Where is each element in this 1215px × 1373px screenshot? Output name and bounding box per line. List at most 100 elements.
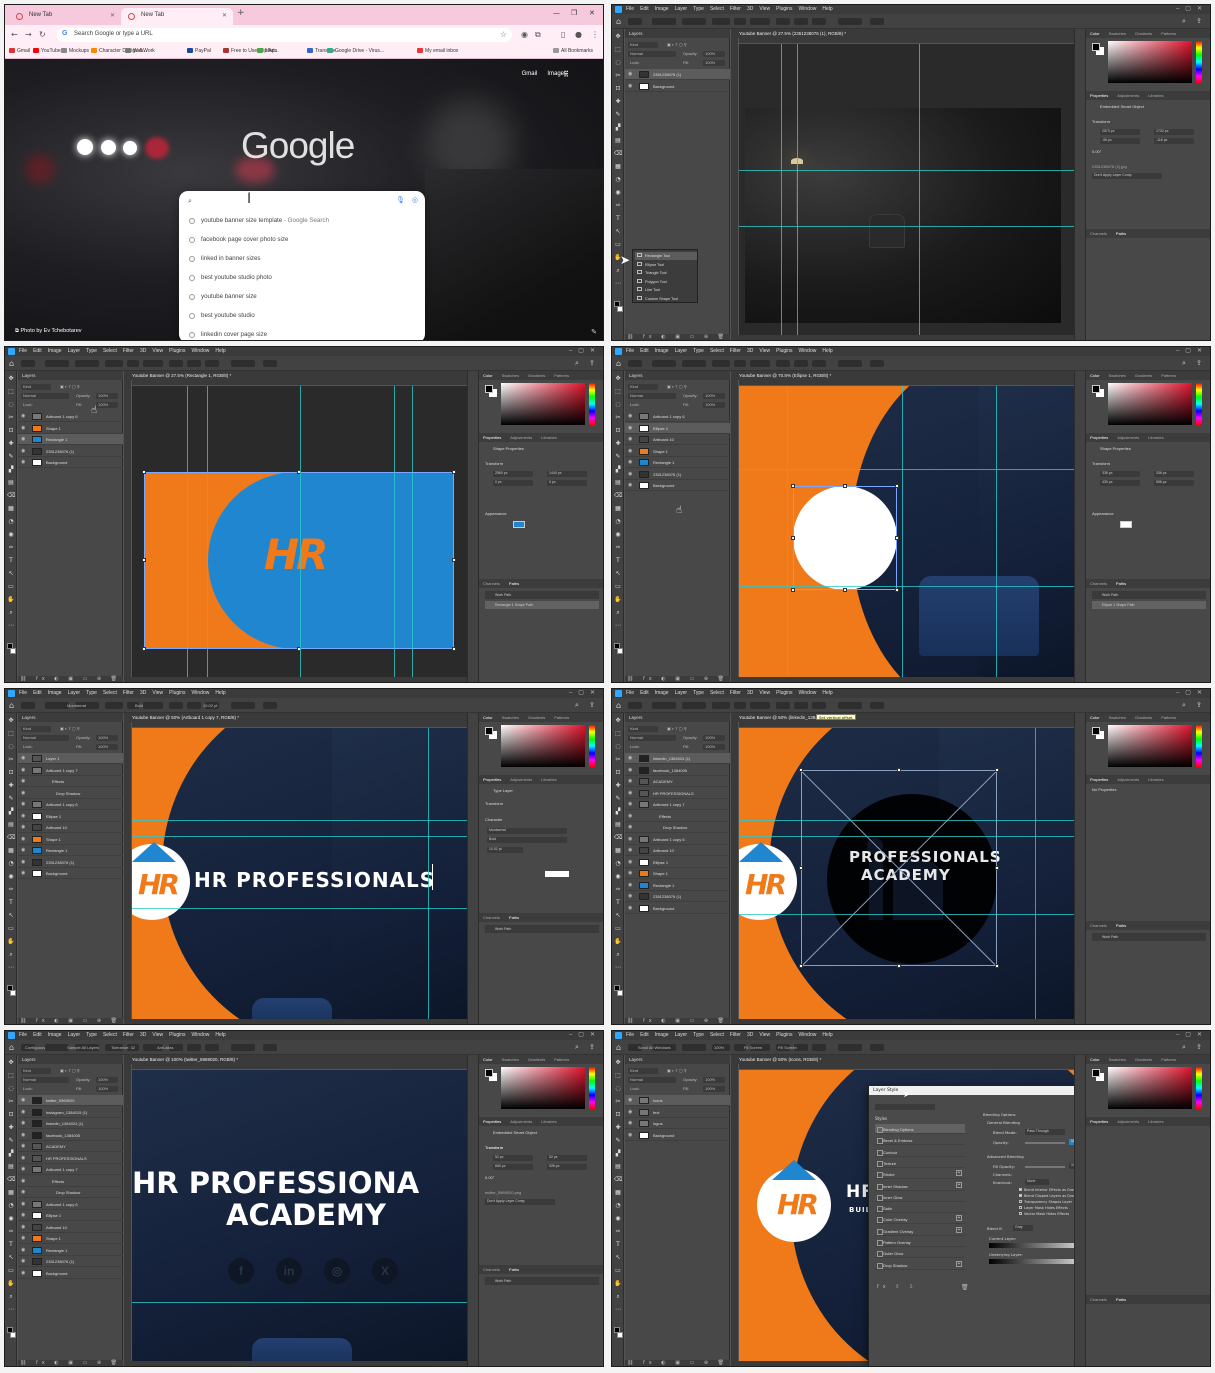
photo-credit[interactable]: ⧉ Photo by Ev Tchebotarev — [15, 328, 82, 335]
layer-filter-kind[interactable]: Kind — [628, 1068, 658, 1074]
menu-item[interactable]: Help — [215, 1032, 225, 1038]
customize-icon[interactable]: ✎ — [591, 328, 597, 336]
tool-icon[interactable]: ✚ — [7, 782, 15, 790]
color-picker-field[interactable] — [1108, 1067, 1192, 1109]
tool-icon[interactable]: ↖ — [7, 1254, 15, 1262]
layer-filter-icons[interactable]: ▣ ◐ T ▢ ⚲ — [665, 42, 725, 48]
opacity-input[interactable]: 100% — [703, 735, 725, 741]
transform-handle[interactable] — [799, 964, 803, 968]
transform-handle[interactable] — [843, 484, 847, 488]
tool-icon[interactable]: ✎ — [7, 453, 15, 461]
angle-field[interactable]: 0.00° — [485, 1175, 494, 1180]
tool-icon[interactable]: ◌ — [614, 59, 622, 67]
transform-handle[interactable] — [895, 484, 899, 488]
menu-item[interactable]: File — [626, 1032, 634, 1038]
transform-w-field[interactable]: 2573 px — [1100, 129, 1140, 135]
knockout-select[interactable]: None — [1025, 1179, 1049, 1185]
style-name-field[interactable] — [875, 1104, 935, 1110]
option-control[interactable] — [712, 18, 730, 25]
artboard-canvas[interactable]: HR — [132, 386, 467, 677]
menu-item[interactable]: Image — [48, 690, 62, 696]
option-control[interactable] — [838, 702, 862, 709]
shape-path-row[interactable]: Rectangle 1 Shape Path — [485, 601, 599, 609]
menu-item[interactable]: 3D — [140, 1032, 146, 1038]
back-icon[interactable]: ← — [11, 30, 18, 39]
document-tab[interactable]: Youtube Banner @ 50% (Artboard 1 copy 7,… — [124, 713, 467, 722]
vertical-guide[interactable] — [797, 44, 798, 335]
visibility-eye-icon[interactable]: ◉ — [628, 893, 632, 899]
style-item[interactable]: Bevel & Emboss — [875, 1135, 965, 1146]
visibility-eye-icon[interactable]: ◉ — [21, 847, 25, 853]
transform-w-field[interactable]: 52 px — [493, 1155, 533, 1161]
vertical-guide[interactable] — [428, 728, 429, 1019]
all-bookmarks[interactable]: All Bookmarks — [553, 48, 593, 54]
horizontal-guide[interactable] — [739, 469, 1074, 470]
trash-icon[interactable]: 🗑 — [961, 1284, 969, 1291]
tool-icon[interactable]: ▦ — [7, 1189, 15, 1197]
work-path-row[interactable]: Work Path — [485, 1277, 599, 1285]
menu-item[interactable]: 3D — [140, 348, 146, 354]
layer-row[interactable]: ◉ 2351238076 (1) — [18, 446, 123, 457]
tool-icon[interactable]: ⋯ — [7, 964, 15, 972]
close-tab-icon[interactable]: ✕ — [110, 12, 115, 19]
option-label[interactable]: Tolerance: 32 — [109, 1044, 145, 1051]
background-color-swatch[interactable] — [10, 648, 16, 654]
layer-row[interactable]: ◉ HR PROFESSIONALS — [18, 1153, 123, 1164]
window-controls-icon[interactable]: –▢✕ — [569, 689, 601, 696]
add-effect-icon[interactable]: + — [956, 1170, 962, 1177]
blend-mode-select[interactable]: Normal — [628, 393, 676, 399]
tool-icon[interactable]: ✂ — [7, 756, 15, 764]
tool-icon[interactable]: T — [614, 1241, 622, 1249]
tool-icon[interactable]: ▦ — [614, 163, 622, 171]
angle-field[interactable]: 0.00° — [1092, 149, 1101, 154]
transform-handle[interactable] — [452, 558, 456, 562]
menu-item[interactable]: Help — [822, 6, 832, 12]
sidepanel-icon[interactable]: ▯ — [561, 30, 565, 39]
panel-dock-icons[interactable] — [1074, 29, 1086, 340]
menu-item[interactable]: Layer — [68, 1032, 81, 1038]
menu-item[interactable]: Plugins — [169, 348, 185, 354]
layer-row[interactable]: ◉ Ellipse 1 — [625, 422, 730, 434]
blend-checkbox[interactable]: Blend Interior Effects as Group — [1019, 1188, 1078, 1192]
option-control[interactable] — [812, 360, 826, 367]
style-item[interactable]: Drop Shadow + — [875, 1260, 965, 1270]
maximize-icon[interactable]: ❐ — [571, 9, 577, 17]
tool-icon[interactable]: ✎ — [614, 453, 622, 461]
layer-footer-icons[interactable]: ⛓ fx ◐ ▣ ▭ ⊕ 🗑 — [625, 334, 730, 340]
vertical-guide[interactable] — [787, 386, 788, 677]
visibility-eye-icon[interactable]: ◉ — [21, 778, 25, 784]
style-item[interactable]: Texture — [875, 1158, 965, 1168]
tool-icon[interactable]: ▤ — [614, 479, 622, 487]
panel-tab[interactable]: Patterns — [554, 373, 569, 378]
panel-dock-icons[interactable] — [467, 1055, 479, 1366]
option-control[interactable] — [870, 702, 884, 709]
panel-tab[interactable]: Color — [1090, 373, 1100, 378]
tool-icon[interactable]: ◉ — [7, 873, 15, 881]
fg-bg-swatch[interactable] — [1092, 1069, 1100, 1077]
panel-dock-icons[interactable] — [1074, 371, 1086, 682]
suggestion-item[interactable]: best youtube studio — [179, 305, 425, 324]
visibility-eye-icon[interactable]: ◉ — [628, 847, 632, 853]
option-label[interactable]: Bold — [133, 702, 155, 709]
document-tab[interactable]: Youtube Banner @ 100% (twitter_5969020, … — [124, 1055, 467, 1064]
tool-icon[interactable]: ✚ — [7, 1124, 15, 1132]
tool-icon[interactable]: ✋ — [7, 596, 15, 604]
layer-row[interactable]: ◉ Artboard 1 copy 6 — [625, 834, 730, 845]
layer-filter-icons[interactable]: ▣ ◐ T ▢ ⚲ — [665, 726, 725, 732]
vertical-guide[interactable] — [919, 44, 920, 335]
add-effect-icon[interactable]: + — [956, 1226, 962, 1233]
menu-item[interactable]: Edit — [33, 348, 42, 354]
tool-icon[interactable]: ⬚ — [614, 730, 622, 738]
panel-dock-icons[interactable] — [1074, 713, 1086, 1024]
tool-icon[interactable]: T — [7, 1241, 15, 1249]
visibility-eye-icon[interactable]: ◉ — [21, 436, 25, 442]
visibility-eye-icon[interactable]: ◉ — [21, 870, 25, 876]
tool-icon[interactable]: T — [7, 899, 15, 907]
panel-tab[interactable]: Channels — [483, 581, 500, 586]
transform-h-field[interactable]: 336 px — [1154, 471, 1194, 477]
panel-tab[interactable]: Libraries — [1148, 93, 1163, 98]
visibility-eye-icon[interactable]: ◉ — [21, 1212, 25, 1218]
layer-row[interactable]: ◉ Background — [18, 1268, 123, 1279]
fill-color-swatch[interactable] — [513, 521, 525, 528]
menu-item[interactable]: Edit — [33, 690, 42, 696]
